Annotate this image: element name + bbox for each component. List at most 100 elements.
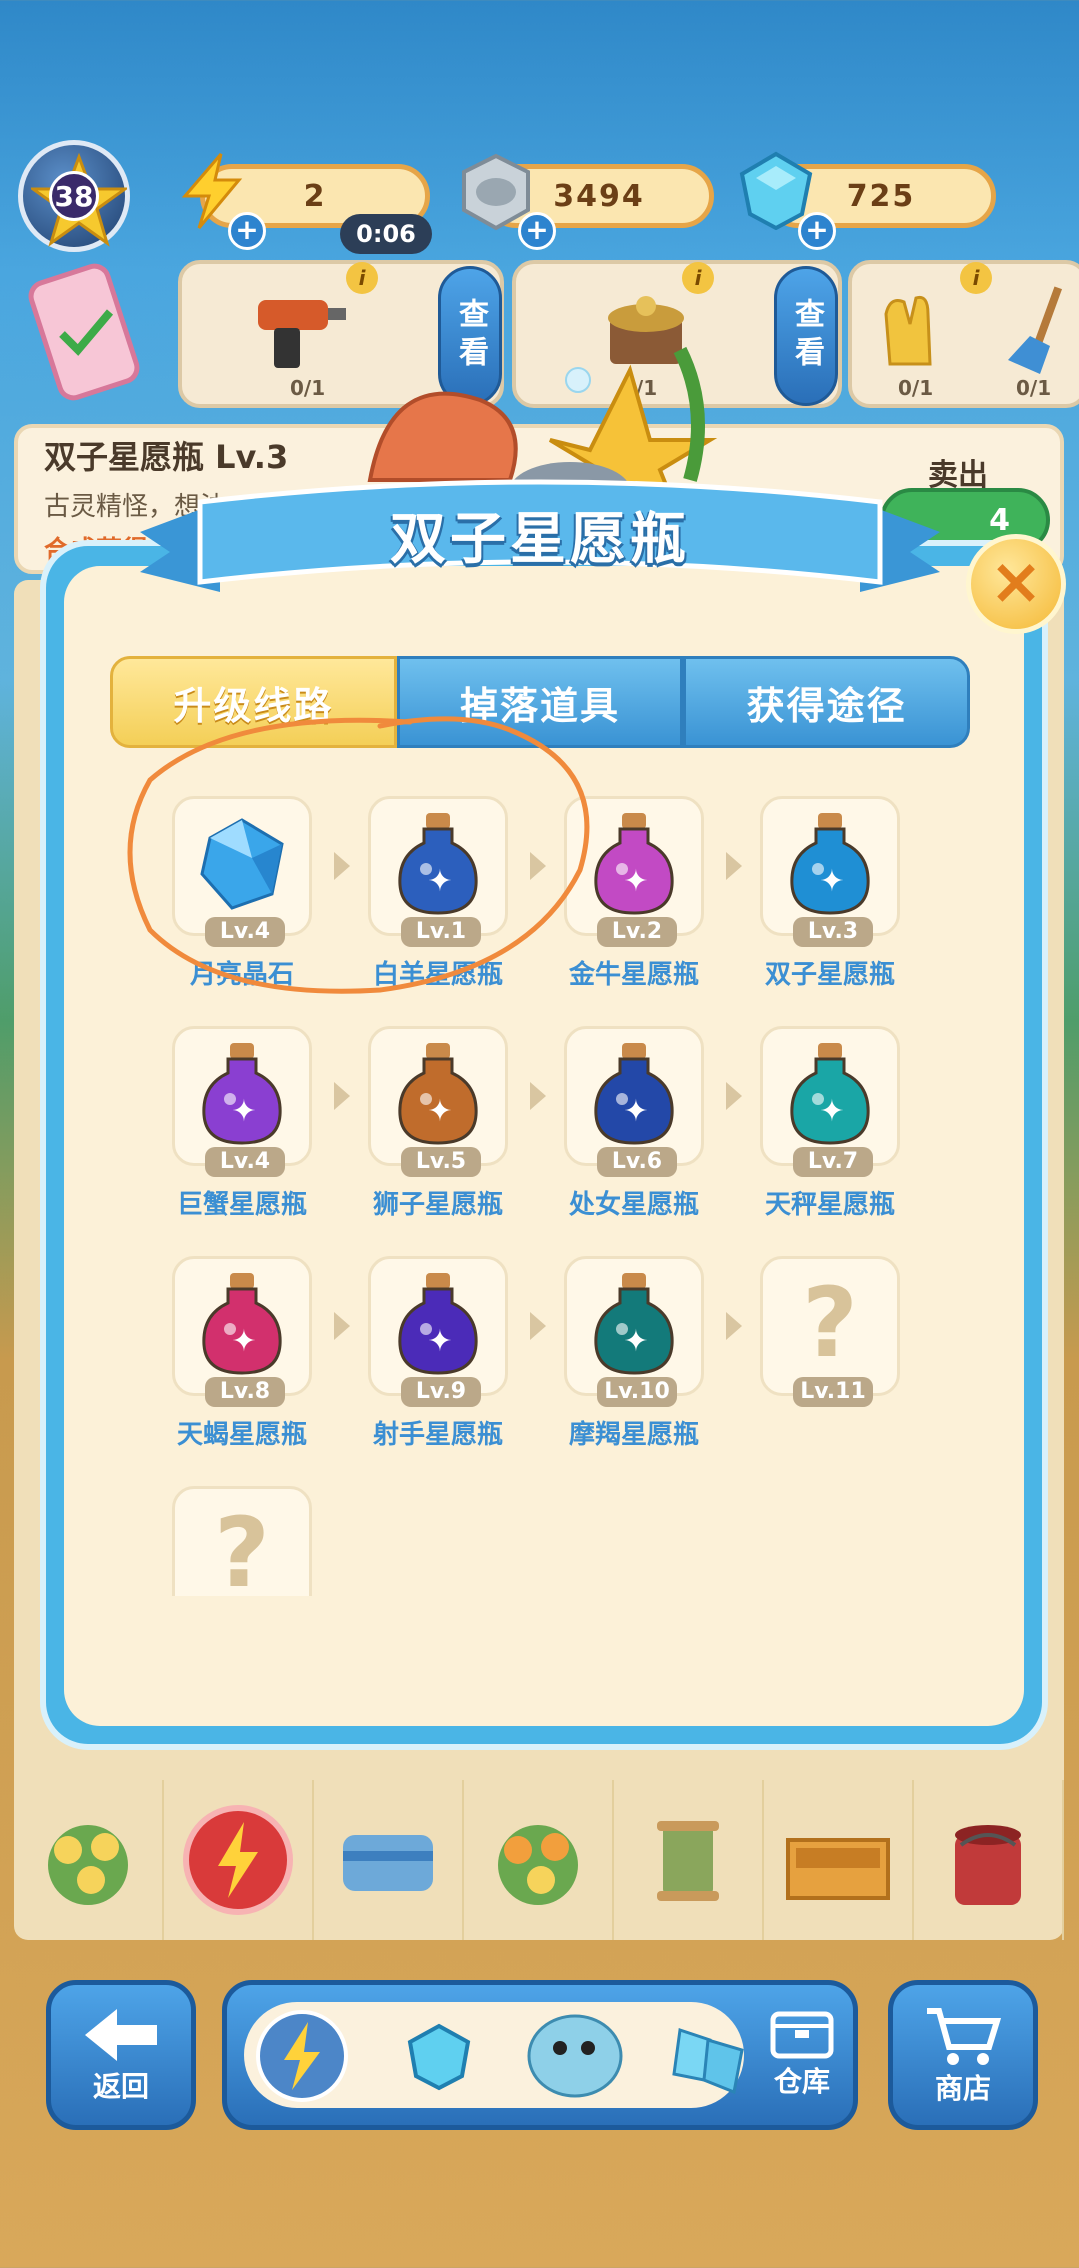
wooden-box-icon [786,1838,890,1900]
item-tile[interactable]: ✦ Lv.7 [760,1026,900,1177]
gem-icon[interactable] [404,2022,474,2096]
item-level-badge: Lv.5 [401,1147,481,1177]
coin-value: 3494 [553,178,645,214]
item-level-badge: Lv.7 [793,1147,873,1177]
upgrade-item[interactable]: ? [172,1486,312,1596]
shop-label: 商店 [934,2072,991,2105]
towel-icon [343,1835,433,1891]
item-tile[interactable]: ? [172,1486,312,1596]
item-name: 射手星愿瓶 [372,1420,503,1450]
order-count: 0/1 [290,376,326,400]
paint-bucket-icon [955,1825,1021,1905]
item-tile[interactable]: ✦ Lv.6 [564,1026,704,1177]
item-tile[interactable]: ? Lv.11 [760,1256,900,1407]
add-energy-button[interactable]: + [228,212,266,250]
svg-text:✦: ✦ [623,1324,648,1359]
info-icon[interactable]: i [960,262,992,294]
board-cell-energy-orb[interactable] [164,1780,314,1940]
add-gems-button[interactable]: + [798,212,836,250]
svg-text:✦: ✦ [819,864,844,899]
shop-button[interactable]: 商店 [888,1980,1038,2130]
board-cell-flowers[interactable] [14,1780,164,1940]
gloves-icon [870,284,960,378]
svg-text:✦: ✦ [427,1094,452,1129]
svg-text:?: ? [214,1504,270,1596]
board-cell-box[interactable] [764,1780,914,1940]
svg-text:✦: ✦ [819,1094,844,1129]
chevron-right-icon [334,1312,350,1340]
chevron-right-icon [726,1082,742,1110]
upgrade-item[interactable]: ✦ Lv.3 双子星愿瓶 [760,796,900,991]
gem-value: 725 [846,178,916,214]
player-level-value: 38 [49,171,99,221]
energy-orb-icon [183,1805,293,1915]
phone-tasks-icon[interactable] [14,262,154,402]
item-tile[interactable]: ✦ Lv.8 [172,1256,312,1407]
chevron-right-icon [726,852,742,880]
energy-timer: 0:06 [340,214,432,254]
upgrade-item[interactable]: ✦ Lv.4 巨蟹星愿瓶 [172,1026,350,1221]
close-button[interactable]: × [966,534,1066,634]
sagittarius-bottle-icon: ✦ [388,1269,488,1383]
broom-icon [1000,280,1070,384]
info-icon[interactable]: i [682,262,714,294]
svg-text:✦: ✦ [427,1324,452,1359]
scorpio-bottle-icon: ✦ [192,1269,292,1383]
svg-text:✦: ✦ [623,864,648,899]
upgrade-item[interactable]: ✦ Lv.8 天蝎星愿瓶 [172,1256,350,1451]
upgrade-item[interactable]: ✦ Lv.5 狮子星愿瓶 [368,1026,546,1221]
upgrade-item[interactable]: ✦ Lv.9 射手星愿瓶 [368,1256,546,1451]
libra-bottle-icon: ✦ [780,1039,880,1153]
board-cell-towel[interactable] [314,1780,464,1940]
pufferfish-icon[interactable] [520,2004,630,2108]
item-tile[interactable]: ✦ Lv.5 [368,1026,508,1177]
back-button[interactable]: 返回 [46,1980,196,2130]
storage-label: 仓库 [773,2065,830,2098]
player-level-badge[interactable]: 38 [18,140,130,252]
upgrade-item[interactable]: ? Lv.11 [760,1256,900,1407]
item-name: 狮子星愿瓶 [372,1190,503,1220]
item-tile[interactable]: ✦ Lv.4 [172,1026,312,1177]
unknown-icon: ? [197,1497,287,1596]
sell-price: 4 [989,502,1010,538]
upgrade-item[interactable]: ✦ Lv.6 处女星愿瓶 [564,1026,742,1221]
capricorn-bottle-icon: ✦ [584,1269,684,1383]
board-cell-thread[interactable] [614,1780,764,1940]
add-coins-button[interactable]: + [518,212,556,250]
energy-orb-icon[interactable] [254,2008,350,2108]
item-tile[interactable]: ✦ Lv.10 [564,1256,704,1407]
back-arrow-icon [85,2009,157,2061]
gemini-bottle-icon: ✦ [780,809,880,923]
item-name: 天蝎星愿瓶 [176,1420,307,1450]
item-level-badge: Lv.10 [597,1377,677,1407]
back-label: 返回 [92,2070,149,2103]
board-cell-flowers-2[interactable] [464,1780,614,1940]
unknown-icon: ? [785,1267,875,1379]
board-cell-paint[interactable] [914,1780,1064,1940]
board-bottom-row [14,1780,1064,1940]
item-level-badge: Lv.11 [793,1377,873,1407]
item-level-badge: Lv.9 [401,1377,481,1407]
energy-value: 2 [303,178,327,214]
flower-bush-icon [498,1825,578,1905]
upgrade-item[interactable]: ✦ Lv.10 摩羯星愿瓶 [564,1256,742,1451]
popup-title: 双子星愿瓶 [390,507,690,572]
order-count: 0/1 [898,376,934,400]
gem-cluster-icon[interactable] [660,2020,750,2104]
view-order-button[interactable]: 查看 [774,266,838,406]
item-level-badge: Lv.6 [597,1147,677,1177]
chevron-right-icon [530,1312,546,1340]
upgrade-item[interactable]: ✦ Lv.7 天秤星愿瓶 [760,1026,900,1221]
item-tile[interactable]: ✦ Lv.9 [368,1256,508,1407]
storage-box-icon [770,2011,834,2059]
tab-acquisition[interactable]: 获得途径 [683,656,971,748]
storage-button[interactable]: 仓库 [752,2000,852,2120]
item-level-badge: Lv.3 [793,917,873,947]
item-name: 天秤星愿瓶 [764,1190,895,1220]
info-icon[interactable]: i [346,262,378,294]
item-tile[interactable]: ✦ Lv.3 [760,796,900,947]
svg-text:✦: ✦ [623,1094,648,1129]
item-name: 摩羯星愿瓶 [568,1420,699,1450]
chevron-right-icon [726,1312,742,1340]
cancer-bottle-icon: ✦ [192,1039,292,1153]
